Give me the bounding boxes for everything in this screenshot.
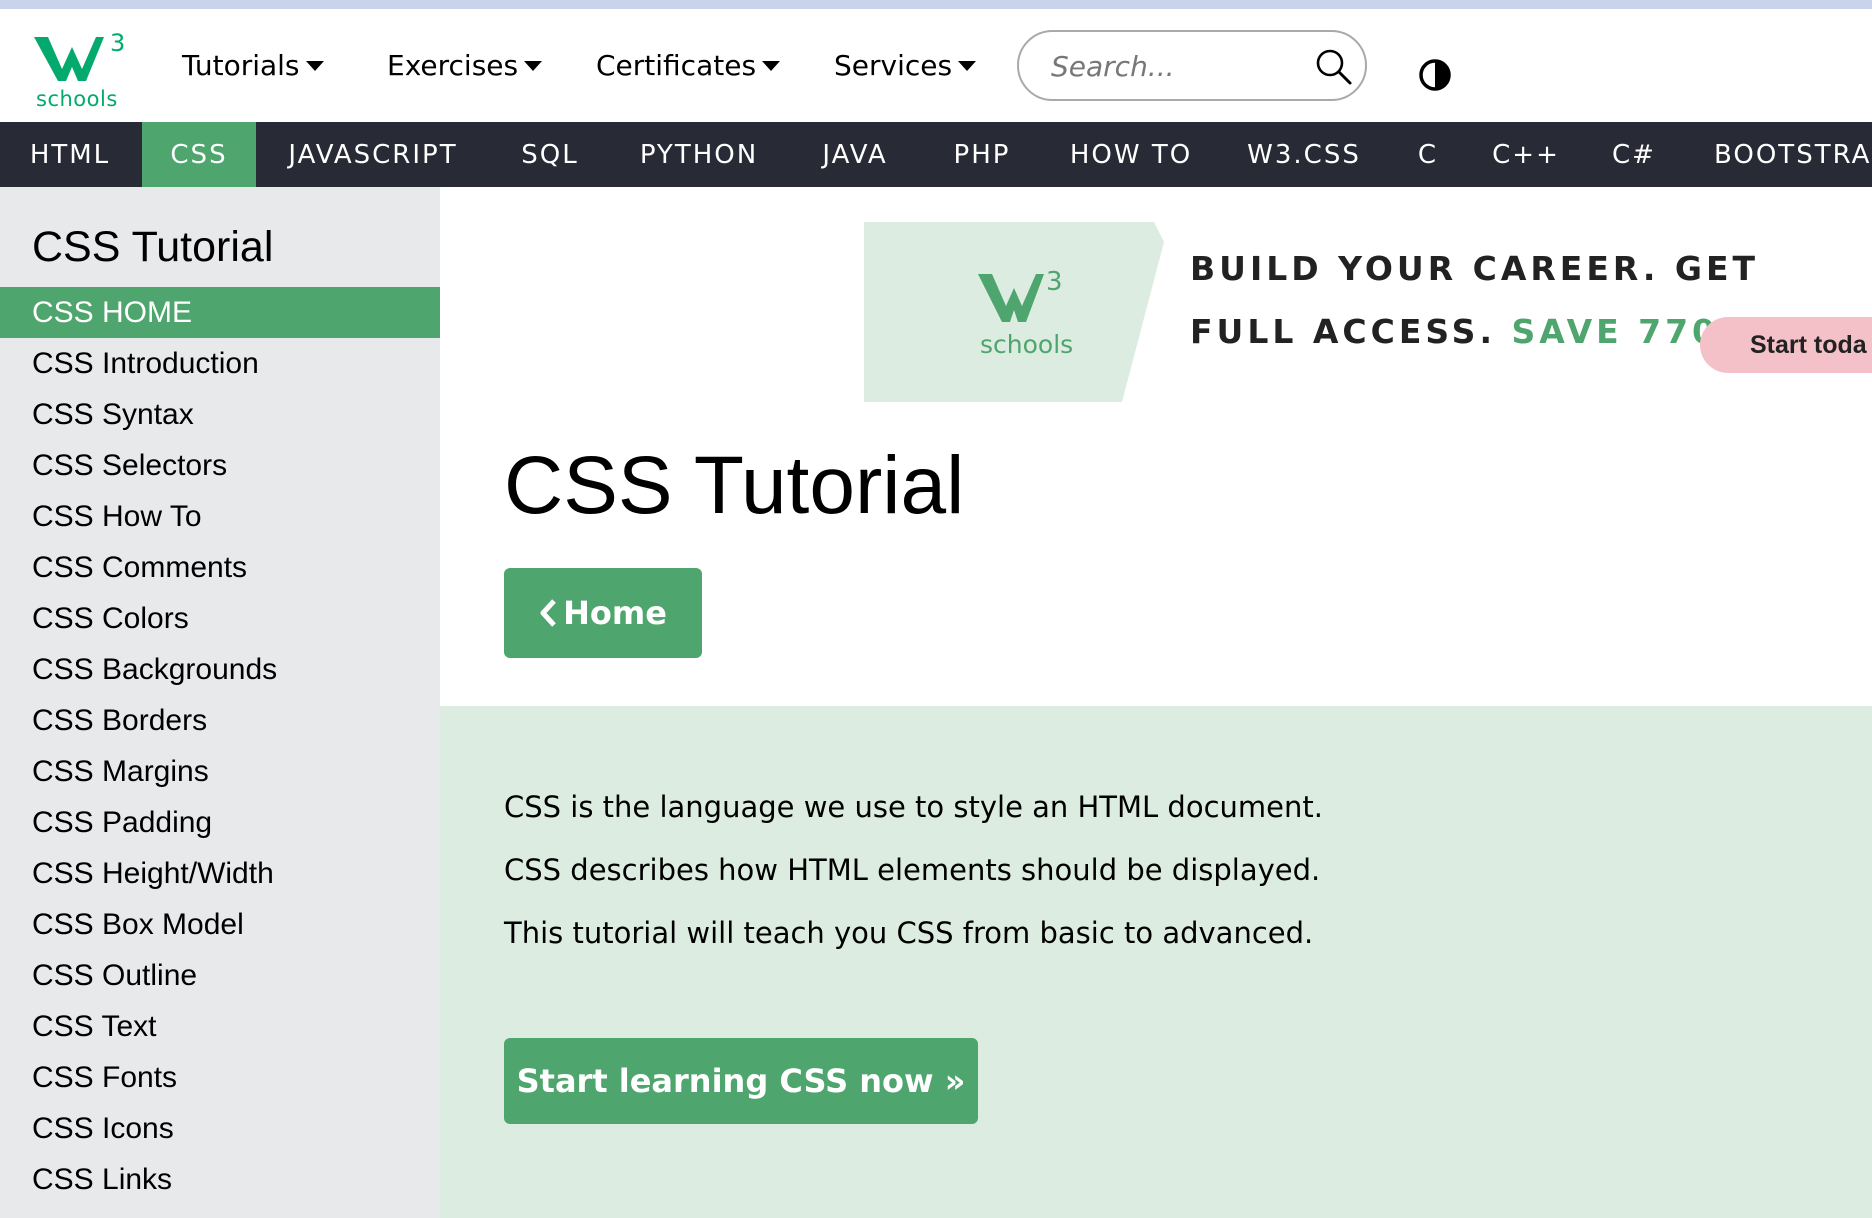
- w3schools-logo[interactable]: 3 schools: [32, 23, 124, 111]
- sidebar-item-css-margins[interactable]: CSS Margins: [0, 746, 440, 797]
- sidebar-item-css-selectors[interactable]: CSS Selectors: [0, 440, 440, 491]
- ad-banner[interactable]: 3 schools BUILD YOUR CAREER. GET FULL AC…: [864, 222, 1872, 402]
- ad-headline-line2: FULL ACCESS. SAVE 770$: [1190, 312, 1746, 351]
- contrast-icon[interactable]: [1418, 58, 1452, 92]
- sidebar-item-css-comments[interactable]: CSS Comments: [0, 542, 440, 593]
- nav-services[interactable]: Services: [834, 49, 977, 82]
- lang-cpp[interactable]: C++: [1474, 122, 1578, 187]
- page-title: CSS Tutorial: [504, 440, 965, 531]
- language-bar: HTML CSS JAVASCRIPT SQL PYTHON JAVA PHP …: [0, 122, 1872, 187]
- lang-css[interactable]: CSS: [142, 122, 256, 187]
- lang-html[interactable]: HTML: [0, 122, 140, 187]
- lang-w3css[interactable]: W3.CSS: [1228, 122, 1380, 187]
- search-box: [1017, 30, 1367, 101]
- ad-logo-panel: 3: [864, 222, 1164, 402]
- lang-php[interactable]: PHP: [932, 122, 1032, 187]
- sidebar-item-css-box-model[interactable]: CSS Box Model: [0, 899, 440, 950]
- logo-text: schools: [36, 87, 118, 111]
- home-button[interactable]: Home: [504, 568, 702, 658]
- lang-bootstrap[interactable]: BOOTSTRAP: [1700, 122, 1872, 187]
- sidebar-item-css-icons[interactable]: CSS Icons: [0, 1103, 440, 1154]
- sidebar-item-css-colors[interactable]: CSS Colors: [0, 593, 440, 644]
- nav-certificates[interactable]: Certificates: [596, 49, 781, 82]
- start-learning-button[interactable]: Start learning CSS now »: [504, 1038, 978, 1124]
- sidebar-item-css-links[interactable]: CSS Links: [0, 1154, 440, 1205]
- sidebar-item-css-fonts[interactable]: CSS Fonts: [0, 1052, 440, 1103]
- w3-logo-icon: 3: [34, 29, 124, 81]
- caret-down-icon: [305, 60, 324, 71]
- search-input[interactable]: [1049, 44, 1299, 88]
- lang-c[interactable]: C: [1400, 122, 1456, 187]
- svg-text:3: 3: [1046, 267, 1063, 297]
- sidebar-item-css-outline[interactable]: CSS Outline: [0, 950, 440, 1001]
- ad-line2-prefix: FULL ACCESS.: [1190, 312, 1496, 351]
- sidebar-item-css-home[interactable]: CSS HOME: [0, 287, 440, 338]
- ad-headline-line1: BUILD YOUR CAREER. GET: [1190, 249, 1760, 288]
- sidebar-item-css-syntax[interactable]: CSS Syntax: [0, 389, 440, 440]
- sidebar: CSS Tutorial CSS HOME CSS Introduction C…: [0, 187, 440, 1218]
- lang-sql[interactable]: SQL: [500, 122, 600, 187]
- sidebar-item-css-padding[interactable]: CSS Padding: [0, 797, 440, 848]
- nav-tutorials[interactable]: Tutorials: [182, 49, 324, 82]
- nav-tutorials-label: Tutorials: [182, 49, 300, 82]
- intro-paragraph-3: This tutorial will teach you CSS from ba…: [504, 916, 1314, 950]
- nav-services-label: Services: [834, 49, 953, 82]
- sidebar-item-css-height-width[interactable]: CSS Height/Width: [0, 848, 440, 899]
- intro-paragraph-1: CSS is the language we use to style an H…: [504, 790, 1323, 824]
- top-navbar: 3 schools Tutorials Exercises Certificat…: [0, 9, 1872, 122]
- intro-paragraph-2: CSS describes how HTML elements should b…: [504, 853, 1321, 887]
- sidebar-title: CSS Tutorial: [32, 223, 274, 271]
- browser-top-strip: [0, 0, 1872, 9]
- ad-cta-button[interactable]: Start toda: [1700, 317, 1872, 373]
- nav-exercises-label: Exercises: [387, 49, 519, 82]
- sidebar-item-css-text[interactable]: CSS Text: [0, 1001, 440, 1052]
- svg-text:3: 3: [110, 29, 124, 57]
- sidebar-item-css-backgrounds[interactable]: CSS Backgrounds: [0, 644, 440, 695]
- lang-how-to[interactable]: HOW TO: [1058, 122, 1204, 187]
- intro-section: CSS is the language we use to style an H…: [440, 706, 1872, 1218]
- lang-java[interactable]: JAVA: [800, 122, 910, 187]
- nav-exercises[interactable]: Exercises: [387, 49, 543, 82]
- caret-down-icon: [958, 60, 977, 71]
- ad-logo-text: schools: [980, 330, 1074, 359]
- caret-down-icon: [524, 60, 543, 71]
- main-content: 3 schools BUILD YOUR CAREER. GET FULL AC…: [440, 187, 1872, 1218]
- sidebar-item-css-how-to[interactable]: CSS How To: [0, 491, 440, 542]
- sidebar-item-css-introduction[interactable]: CSS Introduction: [0, 338, 440, 389]
- sidebar-item-css-borders[interactable]: CSS Borders: [0, 695, 440, 746]
- chevron-left-icon: [540, 599, 556, 627]
- lang-javascript[interactable]: JAVASCRIPT: [268, 122, 478, 187]
- nav-certificates-label: Certificates: [596, 49, 757, 82]
- search-icon[interactable]: [1314, 47, 1354, 87]
- caret-down-icon: [762, 60, 781, 71]
- lang-python[interactable]: PYTHON: [622, 122, 776, 187]
- home-button-label: Home: [563, 594, 667, 632]
- lang-csharp[interactable]: C#: [1594, 122, 1674, 187]
